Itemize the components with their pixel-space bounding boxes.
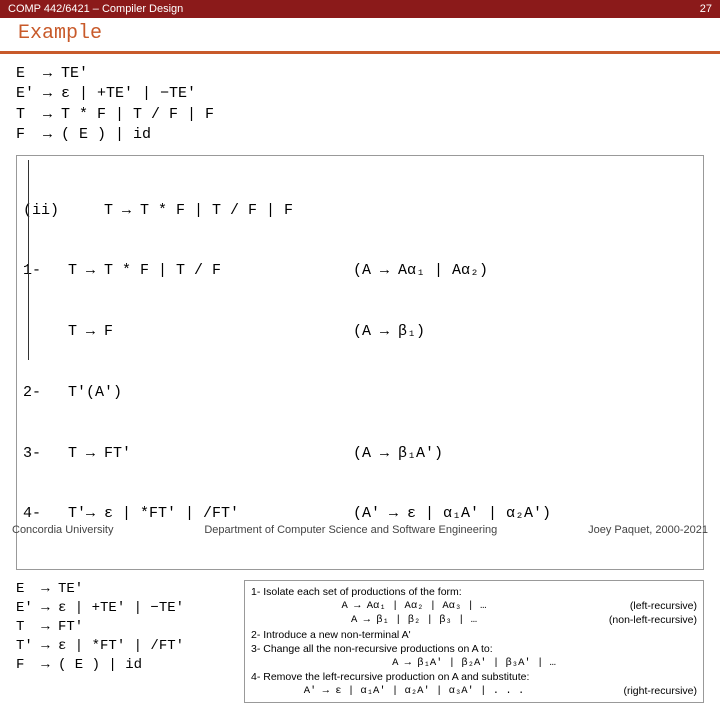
rule-1-formula-b: A → β₁ | β₂ | β₃ | … [251, 613, 577, 627]
ii-r1-right: (A → Aα₁ | Aα₂) [353, 261, 697, 281]
bottom-row: E → TE' E' → ε | +TE' | −TE' T → FT' T' … [16, 580, 704, 703]
ii-r3-right [353, 383, 697, 403]
connector-line [28, 160, 29, 360]
ii-r1-left: 1- T → T * F | T / F [23, 261, 353, 281]
ii-r2-right: (A → β₁) [353, 322, 697, 342]
grammar-top: E → TE' E' → ε | +TE' | −TE' T → T * F |… [16, 64, 704, 145]
slide-title: Example [18, 22, 102, 45]
rule-2: 2- Introduce a new non-terminal A' [251, 628, 697, 642]
rule-1-tag-b: (non-left-recursive) [577, 613, 697, 627]
ii-r3-left: 2- T'(A') [23, 383, 353, 403]
footer: Concordia University Department of Compu… [0, 524, 720, 536]
ii-r5-right: (A' → ε | α₁A' | α₂A') [353, 504, 697, 524]
rule-4: 4- Remove the left-recursive production … [251, 670, 697, 684]
grammar-bottom: E → TE' E' → ε | +TE' | −TE' T → FT' T' … [16, 580, 236, 703]
rule-3-formula: A → β₁A' | β₂A' | β₃A' | … [251, 656, 697, 670]
course-label: COMP 442/6421 – Compiler Design [8, 3, 183, 15]
rule-4-formula: A' → ε | α₁A' | α₂A' | α₃A' | . . . [251, 684, 577, 698]
rules-box: 1- Isolate each set of productions of th… [244, 580, 704, 703]
ii-r4-right: (A → β₁A') [353, 444, 697, 464]
rule-4-tag: (right-recursive) [577, 684, 697, 698]
content-area: E → TE' E' → ε | +TE' | −TE' T → T * F |… [0, 54, 720, 703]
rule-3: 3- Change all the non-recursive producti… [251, 642, 697, 656]
footer-center: Department of Computer Science and Softw… [204, 524, 497, 536]
rule-1: 1- Isolate each set of productions of th… [251, 585, 697, 599]
title-row: Example [0, 18, 720, 54]
footer-right: Joey Paquet, 2000-2021 [588, 524, 708, 536]
rule-1-formula-a: A → Aα₁ | Aα₂ | Aα₃ | … [251, 599, 577, 613]
ii-r0-left: T → T * F | T / F | F [59, 202, 293, 219]
derivation-box: (ii) T → T * F | T / F | F 1- T → T * F … [16, 155, 704, 570]
ii-r4-left: 3- T → FT' [23, 444, 353, 464]
top-bar: COMP 442/6421 – Compiler Design 27 [0, 0, 720, 18]
footer-left: Concordia University [12, 524, 113, 536]
ii-r2-left: T → F [23, 322, 353, 342]
ii-r5-left: 4- T'→ ε | *FT' | /FT' [23, 504, 353, 524]
page-number: 27 [700, 3, 712, 15]
ii-r0-right [353, 201, 697, 221]
rule-1-tag-a: (left-recursive) [577, 599, 697, 613]
